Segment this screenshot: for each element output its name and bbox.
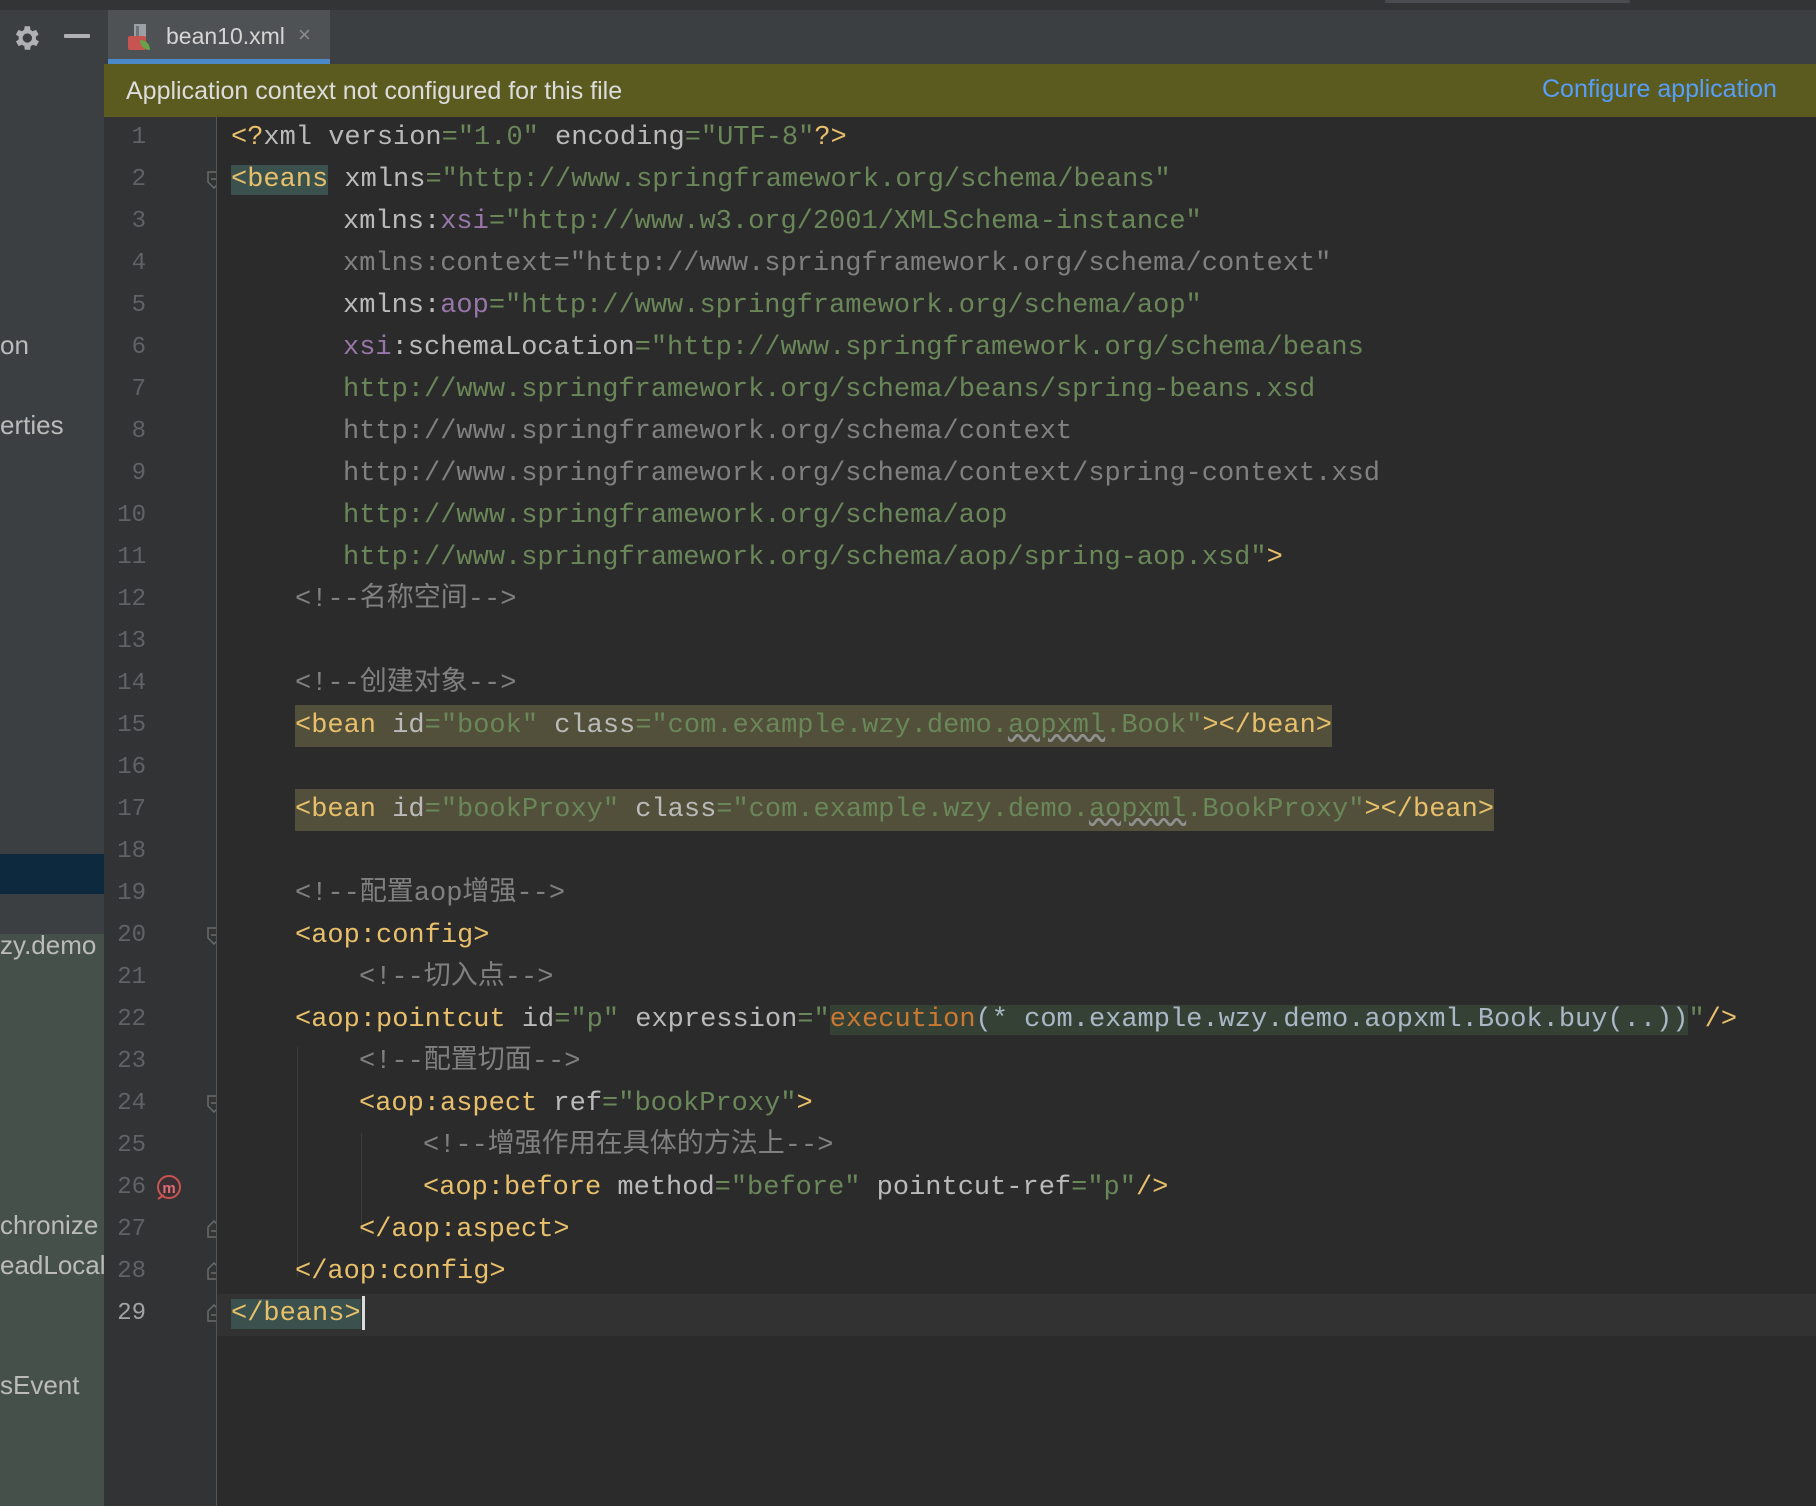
code-line-9: http://www.springframework.org/schema/co… xyxy=(343,459,1380,489)
line-number: 12 xyxy=(117,586,146,613)
line-number: 10 xyxy=(117,502,146,529)
code-line-17: <bean id="bookProxy" class="com.example.… xyxy=(295,789,1495,831)
line-number: 22 xyxy=(117,1006,146,1033)
line-number: 8 xyxy=(131,418,146,445)
code-line-26: <aop:before method="before" pointcut-ref… xyxy=(423,1173,1169,1203)
line-number-gutter: 1 2 3 4 5 6 7 8 9 10 11 12 13 14 15 16 1… xyxy=(104,117,265,1506)
tree-item[interactable]: chronize xyxy=(0,1210,98,1241)
project-tree: on erties zy.demo chronize eadLocal sEve… xyxy=(0,64,104,1506)
tree-selected-row[interactable] xyxy=(0,854,104,894)
editor-tab-bar: bean10.xml × xyxy=(104,10,1816,65)
line-number: 13 xyxy=(117,628,146,655)
code-editor[interactable]: <?xml version="1.0" encoding="UTF-8"?> <… xyxy=(217,117,1816,1506)
configure-application-link[interactable]: Configure application xyxy=(1542,75,1777,104)
line-number: 21 xyxy=(117,964,146,991)
close-icon[interactable]: × xyxy=(298,22,311,48)
line-number-current: 29 xyxy=(117,1300,146,1327)
code-line-10: http://www.springframework.org/schema/ao… xyxy=(343,501,1008,531)
code-line-29: </beans> xyxy=(231,1293,365,1335)
code-line-3: xmlns:xsi="http://www.w3.org/2001/XMLSch… xyxy=(343,207,1202,237)
tree-item[interactable]: on xyxy=(0,330,29,361)
line-number: 19 xyxy=(117,880,146,907)
gear-icon[interactable] xyxy=(10,22,42,54)
code-line-7: http://www.springframework.org/schema/be… xyxy=(343,375,1316,405)
notification-message: Application context not configured for t… xyxy=(126,77,623,105)
line-number: 4 xyxy=(131,250,146,277)
code-line-27: </aop:aspect> xyxy=(359,1215,570,1245)
code-line-4: xmlns:context="http://www.springframewor… xyxy=(343,249,1332,279)
code-line-19: <!--配置aop增强--> xyxy=(295,879,566,909)
aop-advice-marker-icon[interactable]: m xyxy=(154,1173,184,1203)
code-line-24: <aop:aspect ref="bookProxy"> xyxy=(359,1089,813,1119)
line-number: 23 xyxy=(117,1048,146,1075)
current-line-highlight xyxy=(217,1294,1816,1336)
indent-guide xyxy=(297,1047,298,1277)
minimize-icon[interactable] xyxy=(64,34,90,38)
window-top-strip xyxy=(0,0,1816,10)
tree-item[interactable]: erties xyxy=(0,410,64,441)
line-number: 28 xyxy=(117,1258,146,1285)
code-line-2: <beans xmlns="http://www.springframework… xyxy=(231,165,1171,195)
code-line-25: <!--增强作用在具体的方法上--> xyxy=(423,1131,834,1161)
notification-banner: Application context not configured for t… xyxy=(104,64,1816,118)
text-caret xyxy=(361,1295,365,1330)
line-number: 17 xyxy=(117,796,146,823)
code-line-6: xsi:schemaLocation="http://www.springfra… xyxy=(343,333,1364,363)
tree-item[interactable]: eadLocal xyxy=(0,1250,104,1281)
code-line-22: <aop:pointcut id="p" expression="executi… xyxy=(295,1005,1738,1035)
code-line-5: xmlns:aop="http://www.springframework.or… xyxy=(343,291,1202,321)
line-number: 2 xyxy=(131,166,146,193)
line-number: 26 xyxy=(117,1174,146,1201)
code-line-23: <!--配置切面--> xyxy=(359,1047,581,1077)
code-line-8: http://www.springframework.org/schema/co… xyxy=(343,417,1073,447)
code-line-15: <bean id="book" class="com.example.wzy.d… xyxy=(295,705,1332,747)
line-number: 6 xyxy=(131,334,146,361)
line-number: 15 xyxy=(117,712,146,739)
line-number: 5 xyxy=(131,292,146,319)
line-number: 14 xyxy=(117,670,146,697)
tree-item[interactable]: sEvent xyxy=(0,1370,80,1401)
code-line-1: <?xml version="1.0" encoding="UTF-8"?> xyxy=(231,123,847,153)
line-number: 16 xyxy=(117,754,146,781)
top-scroll-thumb[interactable] xyxy=(1385,0,1630,3)
spring-xml-file-icon xyxy=(128,24,150,50)
tree-item[interactable]: zy.demo xyxy=(0,930,96,961)
line-number: 1 xyxy=(131,124,146,151)
svg-text:m: m xyxy=(162,1180,175,1197)
code-line-11: http://www.springframework.org/schema/ao… xyxy=(343,543,1283,573)
tab-label: bean10.xml xyxy=(166,23,285,49)
sidebar-toolbar xyxy=(0,10,104,65)
project-sidebar: on erties zy.demo chronize eadLocal sEve… xyxy=(0,10,104,1506)
line-number: 9 xyxy=(131,460,146,487)
code-line-20: <aop:config> xyxy=(295,921,490,951)
code-line-12: <!--名称空间--> xyxy=(295,585,517,615)
code-line-28: </aop:config> xyxy=(295,1257,506,1287)
tab-bean10-xml[interactable]: bean10.xml × xyxy=(108,10,330,64)
line-number: 7 xyxy=(131,376,146,403)
line-number: 18 xyxy=(117,838,146,865)
line-number: 11 xyxy=(117,544,146,571)
line-number: 24 xyxy=(117,1090,146,1117)
line-number: 27 xyxy=(117,1216,146,1243)
line-number: 3 xyxy=(131,208,146,235)
line-number: 25 xyxy=(117,1132,146,1159)
line-number: 20 xyxy=(117,922,146,949)
code-line-21: <!--切入点--> xyxy=(359,963,554,993)
code-line-14: <!--创建对象--> xyxy=(295,669,517,699)
